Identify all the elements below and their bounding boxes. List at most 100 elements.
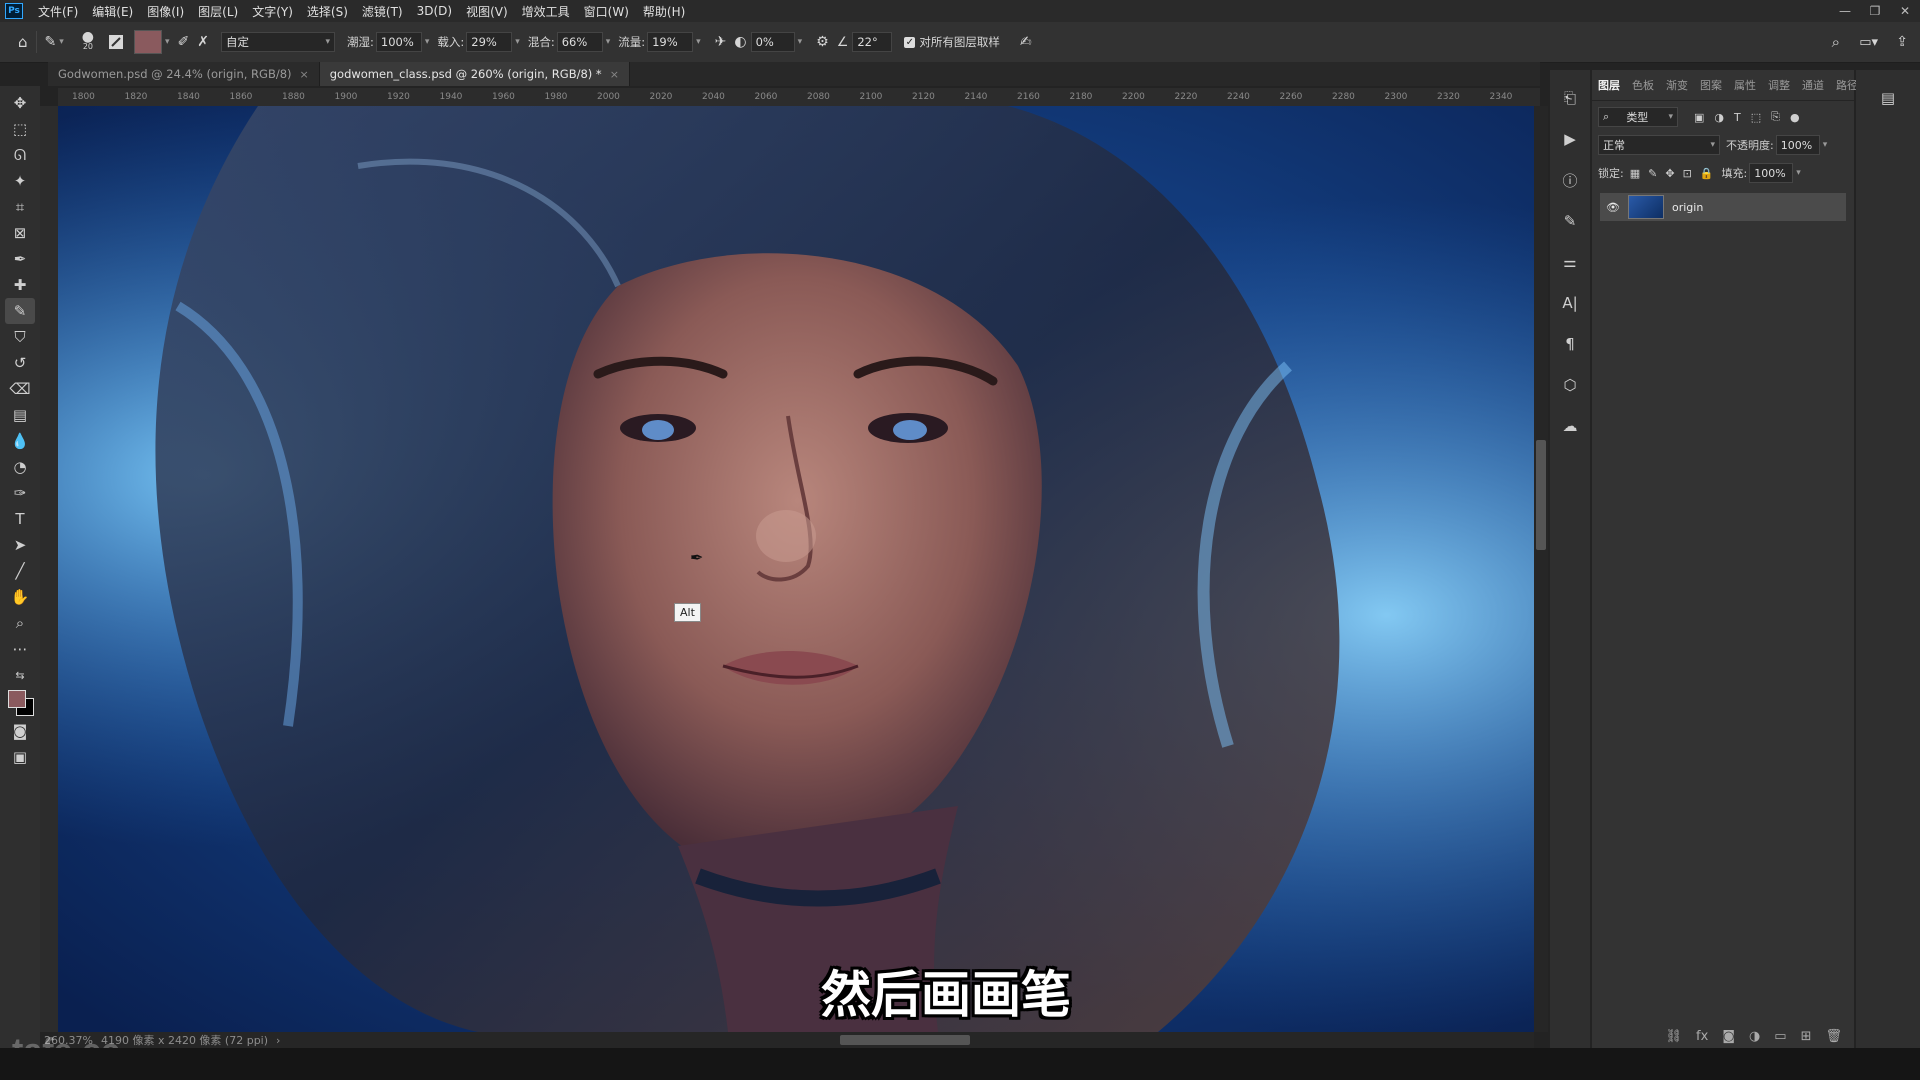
menu-type[interactable]: 文字(Y) xyxy=(245,3,300,20)
brush-settings-icon[interactable] xyxy=(108,34,124,50)
filter-smart-object-icon[interactable]: ⎘ xyxy=(1771,110,1780,124)
crop-tool-icon[interactable]: ⌗ xyxy=(5,194,35,220)
smoothing-value[interactable]: 0% xyxy=(756,35,774,49)
smoothing-options-gear-icon[interactable]: ⚙ xyxy=(816,34,829,50)
restore-button[interactable]: ❐ xyxy=(1860,0,1890,22)
frame-tool-icon[interactable]: ⊠ xyxy=(5,220,35,246)
materials-panel-icon[interactable]: ☁ xyxy=(1556,412,1584,440)
libraries-panel-icon[interactable]: ▤ xyxy=(1874,84,1902,112)
document-canvas[interactable] xyxy=(58,106,1534,1032)
lock-artboard-icon[interactable]: ⊡ xyxy=(1683,167,1692,180)
fill-input[interactable]: 100% xyxy=(1749,163,1794,183)
menu-file[interactable]: 文件(F) xyxy=(31,3,85,20)
mix-dropdown-icon[interactable]: ▾ xyxy=(606,37,611,47)
menu-view[interactable]: 视图(V) xyxy=(459,3,515,20)
gradient-tool-icon[interactable]: ▤ xyxy=(5,402,35,428)
blur-tool-icon[interactable]: 💧 xyxy=(5,428,35,454)
paragraph-panel-icon[interactable]: ¶ xyxy=(1556,330,1584,358)
horizontal-scrollbar-thumb[interactable] xyxy=(840,1035,970,1045)
status-expand-icon[interactable]: › xyxy=(276,1034,280,1047)
brush-settings-panel-icon[interactable]: ✎ xyxy=(1556,207,1584,235)
lock-all-icon[interactable]: 🔒 xyxy=(1700,167,1714,180)
tab-godwomen[interactable]: Godwomen.psd @ 24.4% (origin, RGB/8) × xyxy=(48,62,320,86)
menu-filter[interactable]: 滤镜(T) xyxy=(355,3,410,20)
layer-style-fx-icon[interactable]: fx xyxy=(1696,1029,1708,1044)
angle-value[interactable]: 22° xyxy=(857,35,877,49)
add-mask-icon[interactable]: ◙ xyxy=(1722,1029,1735,1044)
tab-gradients[interactable]: 渐变 xyxy=(1660,77,1694,93)
filter-adjustment-icon[interactable]: ◑ xyxy=(1714,111,1724,124)
path-selection-tool-icon[interactable]: ➤ xyxy=(5,532,35,558)
brush-preset-picker[interactable]: ● 20 xyxy=(82,30,94,51)
history-panel-icon[interactable]: ⎗ xyxy=(1556,84,1584,112)
adjustments-panel-icon[interactable]: ⚌ xyxy=(1556,248,1584,276)
history-brush-tool-icon[interactable]: ↺ xyxy=(5,350,35,376)
close-button[interactable]: ✕ xyxy=(1890,0,1920,22)
tab-properties[interactable]: 属性 xyxy=(1728,77,1762,93)
flow-dropdown-icon[interactable]: ▾ xyxy=(696,37,701,47)
workspace-switcher-icon[interactable]: ▭▾ xyxy=(1859,35,1878,50)
fill-dropdown-icon[interactable]: ▾ xyxy=(1796,168,1801,178)
menu-layer[interactable]: 图层(L) xyxy=(191,3,245,20)
tab-layers[interactable]: 图层 xyxy=(1592,77,1626,93)
dodge-tool-icon[interactable]: ◔ xyxy=(5,454,35,480)
home-icon[interactable]: ⌂ xyxy=(18,33,28,51)
vertical-scrollbar-thumb[interactable] xyxy=(1536,440,1546,550)
load-color-swatch[interactable] xyxy=(134,30,163,54)
tab-godwomen-class[interactable]: godwomen_class.psd @ 260% (origin, RGB/8… xyxy=(319,62,630,86)
blend-preset-select[interactable]: 自定 ▾ xyxy=(221,32,336,52)
menu-3d[interactable]: 3D(D) xyxy=(410,4,459,18)
line-tool-icon[interactable]: ╱ xyxy=(5,558,35,584)
menu-select[interactable]: 选择(S) xyxy=(300,3,355,20)
minimize-button[interactable]: — xyxy=(1830,0,1860,22)
more-tools-icon[interactable]: ⋯ xyxy=(5,636,35,662)
tab-close-icon[interactable]: × xyxy=(300,68,309,81)
link-layers-icon[interactable]: ⛓ xyxy=(1666,1029,1683,1044)
load-value[interactable]: 29% xyxy=(471,35,497,49)
adjustment-layer-icon[interactable]: ◑ xyxy=(1749,1029,1760,1044)
menu-plugins[interactable]: 增效工具 xyxy=(515,3,577,20)
type-tool-icon[interactable]: T xyxy=(5,506,35,532)
foreground-color-swatch[interactable] xyxy=(8,690,26,708)
opacity-dropdown-icon[interactable]: ▾ xyxy=(1823,140,1828,150)
current-brush-load-swatch[interactable]: ▾ xyxy=(134,30,170,54)
pressure-icon[interactable]: ✍ xyxy=(1020,34,1032,50)
quick-mask-icon[interactable]: ◙ xyxy=(5,718,35,744)
sample-all-layers-option[interactable]: ✓ 对所有图层取样 xyxy=(904,34,1000,50)
magic-wand-tool-icon[interactable]: ✦ xyxy=(5,168,35,194)
move-tool-icon[interactable]: ✥ xyxy=(5,90,35,116)
lock-image-icon[interactable]: ✎ xyxy=(1648,167,1657,180)
clean-brush-icon[interactable]: ✗ xyxy=(197,34,209,50)
actions-panel-icon[interactable]: ▶ xyxy=(1556,125,1584,153)
airbrush-icon[interactable]: ✈ xyxy=(715,34,727,50)
filter-type-icon[interactable]: T xyxy=(1734,111,1741,124)
filter-shape-icon[interactable]: ⬚ xyxy=(1751,111,1761,124)
blend-mode-select[interactable]: 正常 ▾ xyxy=(1598,135,1720,155)
screen-mode-icon[interactable]: ▣ xyxy=(5,744,35,770)
new-layer-icon[interactable]: ⊞ xyxy=(1801,1029,1812,1044)
swap-colors-icon[interactable]: ⇆ xyxy=(5,662,35,688)
load-brush-icon[interactable]: ✐ xyxy=(178,34,190,50)
pen-tool-icon[interactable]: ✑ xyxy=(5,480,35,506)
eraser-tool-icon[interactable]: ⌫ xyxy=(5,376,35,402)
tab-close-icon[interactable]: × xyxy=(610,68,619,81)
zoom-tool-icon[interactable]: ⌕ xyxy=(5,610,35,636)
mixer-brush-tool-icon[interactable]: ✎ xyxy=(5,298,35,324)
wet-dropdown-icon[interactable]: ▾ xyxy=(425,37,430,47)
delete-layer-icon[interactable]: 🗑 xyxy=(1825,1029,1842,1044)
flow-value[interactable]: 19% xyxy=(652,35,678,49)
tab-swatches[interactable]: 色板 xyxy=(1626,77,1660,93)
clone-stamp-tool-icon[interactable]: ⛉ xyxy=(5,324,35,350)
tab-adjustments[interactable]: 调整 xyxy=(1762,77,1796,93)
layer-filter-select[interactable]: ⌕ 类型 ▾ xyxy=(1598,107,1678,127)
menu-window[interactable]: 窗口(W) xyxy=(577,3,636,20)
smoothing-dropdown-icon[interactable]: ▾ xyxy=(798,37,803,47)
tab-patterns[interactable]: 图案 xyxy=(1694,77,1728,93)
visibility-eye-icon[interactable]: 👁 xyxy=(1606,201,1620,214)
wet-value[interactable]: 100% xyxy=(381,35,414,49)
layer-name[interactable]: origin xyxy=(1672,201,1703,214)
marquee-tool-icon[interactable]: ⬚ xyxy=(5,116,35,142)
vertical-scrollbar[interactable] xyxy=(1534,106,1548,1032)
share-icon[interactable]: ⇪ xyxy=(1896,34,1908,50)
layer-row-origin[interactable]: 👁 origin xyxy=(1600,193,1846,221)
